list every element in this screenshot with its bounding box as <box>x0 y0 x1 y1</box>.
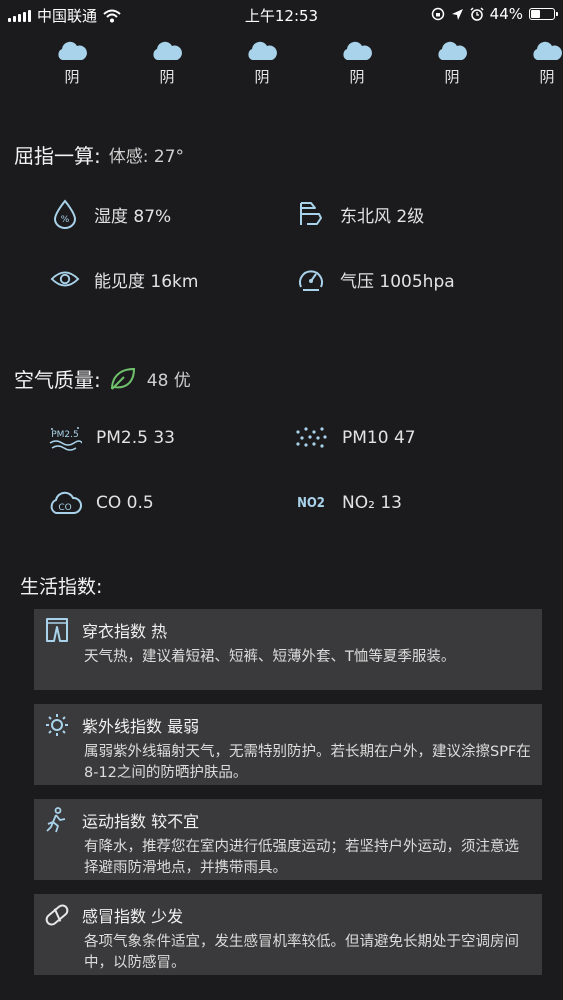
status-bar: 中国联通 上午12:53 44% <box>0 0 563 30</box>
alarm-icon <box>470 7 484 21</box>
card-title: 紫外线指数 最弱 <box>82 717 200 736</box>
pm10-value: PM10 47 <box>342 428 416 448</box>
forecast-condition: 阴 <box>159 68 175 86</box>
forecast-condition: 阴 <box>444 68 460 86</box>
pressure-metric: 气压 1005hpa <box>296 264 455 294</box>
life-index-card: 运动指数 较不宜有降水，推荐您在室内进行低强度运动；若坚持户外运动，须注意选择避… <box>34 799 542 880</box>
clothing-icon <box>46 618 68 642</box>
life-index-card: 穿衣指数 热天气热，建议着短裙、短裤、短薄外套、T恤等夏季服装。 <box>34 609 542 690</box>
forecast-item: 阴 <box>137 38 197 87</box>
co-cloud-icon: CO <box>50 491 82 514</box>
card-header: 运动指数 较不宜 <box>44 807 532 833</box>
cloud-icon <box>248 41 277 60</box>
pm10-metric: PM10 47 <box>294 423 416 453</box>
battery-icon <box>529 8 558 20</box>
card-header: 紫外线指数 最弱 <box>44 712 532 738</box>
forecast-condition: 阴 <box>64 68 80 86</box>
co-metric: CO CO 0.5 <box>48 488 154 518</box>
forecast-strip[interactable]: 阴阴阴阴阴阴 <box>0 38 563 98</box>
forecast-item: 阴 <box>517 38 563 87</box>
co-value: CO 0.5 <box>96 493 154 513</box>
visibility-metric: 能见度 16km <box>50 264 198 294</box>
pm25-value: PM2.5 33 <box>96 428 175 448</box>
wind-value: 东北风 2级 <box>340 206 425 227</box>
pm10-icon <box>296 427 327 448</box>
life-index-title: 生活指数: <box>20 576 103 598</box>
status-right: 44% <box>431 5 558 23</box>
forecast-item: 阴 <box>422 38 482 87</box>
air-quality-header: 空气质量: 48 优 <box>14 364 191 393</box>
cloud-icon <box>533 41 562 60</box>
pill-icon <box>45 904 69 926</box>
sun-uv-icon <box>46 714 68 736</box>
screen-lock-icon <box>431 7 444 21</box>
visibility-value: 能见度 16km <box>94 271 199 292</box>
forecast-condition: 阴 <box>539 68 555 86</box>
cloud-icon <box>343 41 372 60</box>
details-header: 屈指一算: 体感: 27° <box>14 140 184 169</box>
leaf-icon <box>110 367 135 390</box>
eye-icon <box>50 271 80 287</box>
svg-text:%: % <box>61 215 70 225</box>
battery-fill <box>531 10 541 18</box>
air-quality-summary: 48 优 <box>146 371 191 391</box>
no2-value: NO₂ 13 <box>342 493 402 513</box>
pressure-value: 气压 1005hpa <box>340 271 455 292</box>
forecast-item: 阴 <box>232 38 292 87</box>
battery-percent: 44% <box>489 5 523 23</box>
no2-metric: NO2 NO₂ 13 <box>294 488 402 518</box>
humidity-icon: % <box>53 199 77 229</box>
life-index-card: 感冒指数 少发各项气象条件适宜，发生感冒机率较低。但请避免长期处于空调房间中，以… <box>34 894 542 975</box>
forecast-item: 阴 <box>327 38 387 87</box>
forecast-item: 阴 <box>42 38 102 87</box>
air-quality-title: 空气质量: <box>14 368 101 392</box>
no2-icon: NO2 <box>297 495 325 511</box>
pressure-gauge-icon <box>299 270 323 291</box>
cloud-icon <box>438 41 467 60</box>
svg-text:CO: CO <box>58 503 71 513</box>
forecast-condition: 阴 <box>349 68 365 86</box>
humidity-metric: % 湿度 87% <box>50 199 171 229</box>
location-icon <box>451 8 463 20</box>
life-index-card: 紫外线指数 最弱属弱紫外线辐射天气，无需特别防护。若长期在户外，建议涂擦SPF在… <box>34 704 542 785</box>
card-title: 穿衣指数 热 <box>82 622 168 641</box>
details-title: 屈指一算: <box>14 144 101 168</box>
pm25-icon: PM2.5 <box>49 427 82 451</box>
card-header: 感冒指数 少发 <box>44 902 532 928</box>
card-description: 各项气象条件适宜，发生感冒机率较低。但请避免长期处于空调房间中，以防感冒。 <box>84 934 519 971</box>
card-description: 有降水，推荐您在室内进行低强度运动；若坚持户外运动，须注意选择避雨防滑地点，并携… <box>84 839 519 876</box>
card-description: 天气热，建议着短裙、短裤、短薄外套、T恤等夏季服装。 <box>84 649 456 665</box>
humidity-value: 湿度 87% <box>94 206 172 227</box>
cloud-icon <box>58 41 87 60</box>
card-title: 运动指数 较不宜 <box>82 812 200 831</box>
card-title: 感冒指数 少发 <box>82 907 184 926</box>
pm25-metric: PM2.5 PM2.5 33 <box>48 423 175 453</box>
forecast-condition: 阴 <box>254 68 270 86</box>
cloud-icon <box>153 41 182 60</box>
feels-like: 体感: 27° <box>108 147 185 167</box>
svg-text:PM2.5: PM2.5 <box>51 430 79 440</box>
card-description: 属弱紫外线辐射天气，无需特别防护。若长期在户外，建议涂擦SPF在8-12之间的防… <box>84 744 531 781</box>
card-header: 穿衣指数 热 <box>44 617 532 643</box>
wind-icon <box>300 202 322 225</box>
running-icon <box>46 807 66 833</box>
wind-metric: 东北风 2级 <box>296 199 424 229</box>
